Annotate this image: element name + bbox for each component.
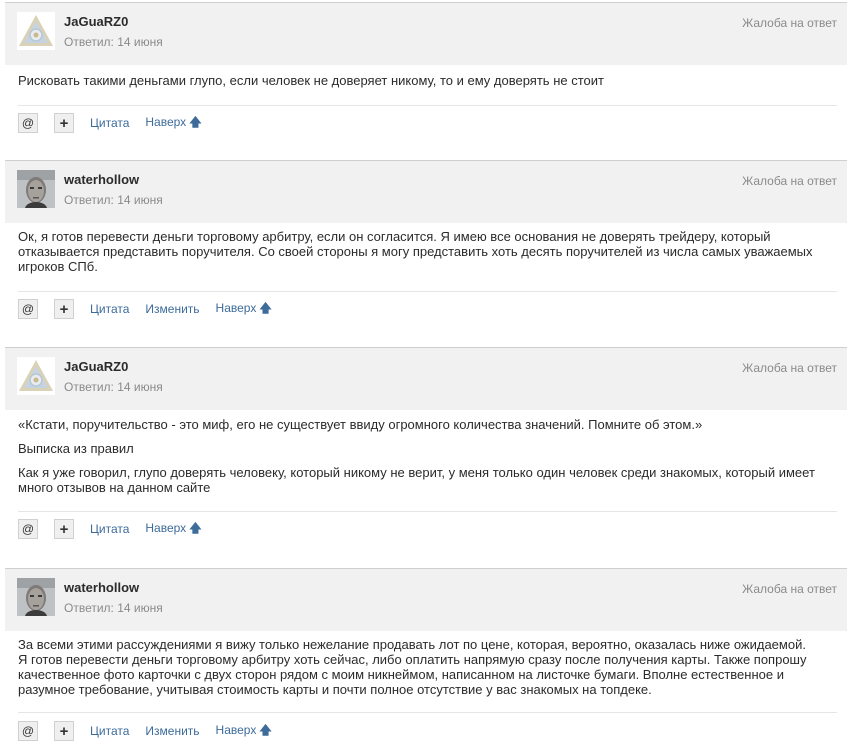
edit-link[interactable]: Изменить [145, 302, 199, 316]
post-paragraph: Как я уже говорил, глупо доверять челове… [18, 465, 815, 495]
quote-link[interactable]: Цитата [90, 302, 129, 316]
answered-date: Ответил: 14 июня [64, 193, 163, 207]
post-actions: @ + Цитата Наверх 🡅 [18, 518, 218, 540]
quote-paragraph: «Кстати, поручительство - это миф, его н… [18, 417, 703, 432]
scroll-top-link[interactable]: Наверх 🡅 [145, 519, 201, 540]
divider [18, 291, 837, 292]
post-body: «Кстати, поручительство - это миф, его н… [5, 417, 847, 495]
mention-button[interactable]: @ [18, 299, 38, 319]
scroll-top-link[interactable]: Наверх 🡅 [216, 721, 272, 742]
author-name[interactable]: waterhollow [64, 580, 139, 595]
face-photo-icon [17, 578, 55, 616]
author-name[interactable]: JaGuaRZ0 [64, 359, 128, 374]
answered-date: Ответил: 14 июня [64, 380, 163, 394]
report-link[interactable]: Жалоба на ответ [742, 582, 837, 596]
post-actions: @ + Цитата Изменить Наверх 🡅 [18, 720, 288, 742]
post-header: JaGuaRZ0 Ответил: 14 июня Жалоба на отве… [5, 348, 847, 410]
post-paragraph: Ок, я готов перевести деньги торговому а… [18, 229, 813, 274]
post-header: waterhollow Ответил: 14 июня Жалоба на о… [5, 161, 847, 223]
post: JaGuaRZ0 Ответил: 14 июня Жалоба на отве… [5, 347, 847, 564]
scroll-top-link[interactable]: Наверх 🡅 [216, 299, 272, 320]
answered-date: Ответил: 14 июня [64, 601, 163, 615]
plus-button[interactable]: + [54, 299, 74, 319]
report-link[interactable]: Жалоба на ответ [742, 174, 837, 188]
mention-button[interactable]: @ [18, 721, 38, 741]
triangle-logo-icon [17, 357, 55, 395]
avatar[interactable] [17, 12, 55, 50]
edit-link[interactable]: Изменить [145, 724, 199, 738]
arrow-up-icon: 🡅 [189, 114, 202, 129]
post-body: За всеми этими рассуждениями я вижу толь… [5, 637, 847, 697]
avatar[interactable] [17, 357, 55, 395]
plus-button[interactable]: + [54, 721, 74, 741]
post: waterhollow Ответил: 14 июня Жалоба на о… [5, 160, 847, 343]
scroll-top-label: Наверх [215, 300, 257, 315]
quote-link[interactable]: Цитата [90, 522, 129, 536]
post-header: waterhollow Ответил: 14 июня Жалоба на о… [5, 569, 847, 631]
report-link[interactable]: Жалоба на ответ [742, 16, 837, 30]
forum-thread: JaGuaRZ0 Ответил: 14 июня Жалоба на отве… [0, 0, 855, 750]
scroll-top-link[interactable]: Наверх 🡅 [145, 113, 201, 134]
quote-link[interactable]: Цитата [90, 116, 129, 130]
divider [18, 511, 837, 512]
post-actions: @ + Цитата Изменить Наверх 🡅 [18, 298, 288, 320]
post-paragraph: Рисковать такими деньгами глупо, если че… [18, 73, 604, 88]
mention-button[interactable]: @ [18, 113, 38, 133]
plus-button[interactable]: + [54, 113, 74, 133]
divider [18, 712, 837, 713]
triangle-logo-icon [17, 12, 55, 50]
mention-button[interactable]: @ [18, 519, 38, 539]
author-name[interactable]: JaGuaRZ0 [64, 14, 128, 29]
scroll-top-label: Наверх [145, 114, 187, 129]
arrow-up-icon: 🡅 [259, 722, 272, 737]
post-paragraph: Выписка из правил [18, 441, 134, 456]
post-body: Ок, я готов перевести деньги торговому а… [5, 229, 847, 274]
divider [18, 105, 837, 106]
post: JaGuaRZ0 Ответил: 14 июня Жалоба на отве… [5, 2, 847, 155]
answered-date: Ответил: 14 июня [64, 35, 163, 49]
scroll-top-label: Наверх [145, 520, 187, 535]
report-link[interactable]: Жалоба на ответ [742, 361, 837, 375]
arrow-up-icon: 🡅 [259, 300, 272, 315]
post-body: Рисковать такими деньгами глупо, если че… [5, 73, 847, 88]
post-actions: @ + Цитата Наверх 🡅 [18, 112, 218, 134]
post-paragraph: За всеми этими рассуждениями я вижу толь… [18, 637, 807, 697]
scroll-top-label: Наверх [215, 722, 257, 737]
face-photo-icon [17, 170, 55, 208]
quote-link[interactable]: Цитата [90, 724, 129, 738]
arrow-up-icon: 🡅 [189, 520, 202, 535]
author-name[interactable]: waterhollow [64, 172, 139, 187]
post-header: JaGuaRZ0 Ответил: 14 июня Жалоба на отве… [5, 3, 847, 65]
post: waterhollow Ответил: 14 июня Жалоба на о… [5, 568, 847, 750]
plus-button[interactable]: + [54, 519, 74, 539]
avatar[interactable] [17, 578, 55, 616]
avatar[interactable] [17, 170, 55, 208]
